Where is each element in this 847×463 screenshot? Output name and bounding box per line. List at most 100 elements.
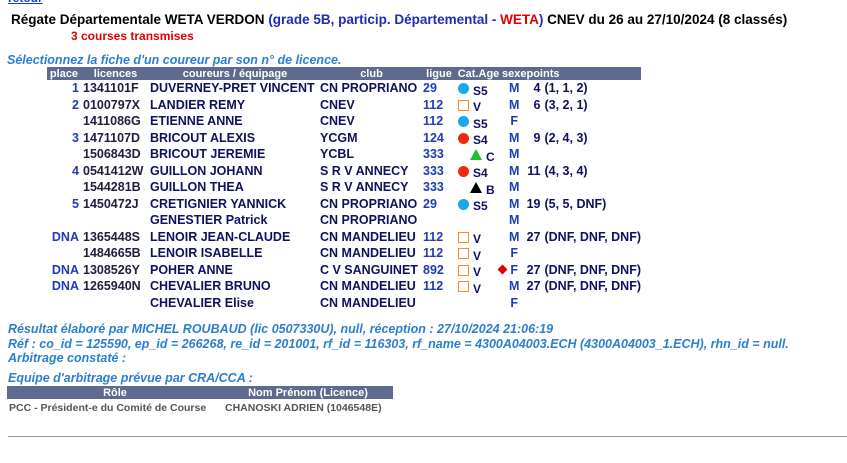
cat-age-label: S5 bbox=[473, 116, 488, 131]
cat-age-label: S5 bbox=[473, 199, 488, 214]
points-total: 11 bbox=[527, 163, 541, 178]
points-detail: (5, 5, DNF) bbox=[544, 196, 607, 211]
page-title: Régate Départementale WETA VERDON (grade… bbox=[11, 12, 787, 27]
club-cell: CN MANDELIEU bbox=[320, 279, 416, 294]
table-row: DNA 1265940N CHEVALIER BRUNO CN MANDELIEU 11… bbox=[47, 278, 641, 295]
ref-line: Réf : co_id = 125590, ep_id = 266268, re… bbox=[8, 337, 789, 351]
licence-link[interactable]: 0541412W bbox=[81, 163, 150, 180]
coureur-name: POHER ANNE bbox=[150, 262, 233, 277]
sexe-cell: M bbox=[509, 97, 520, 112]
coureur-name: BRICOUT JEREMIE bbox=[150, 147, 266, 162]
points-total: 27 bbox=[526, 229, 541, 244]
ligue-cell: 112 bbox=[423, 279, 444, 294]
club-cell: S R V ANNECY bbox=[320, 180, 409, 195]
points-total: 6 bbox=[533, 97, 541, 112]
points-cell: 6 (3, 2, 1) bbox=[526, 97, 641, 114]
points-cell: 4 (1, 1, 2) bbox=[526, 80, 641, 97]
cat-age-label: V bbox=[473, 248, 482, 263]
licence-link[interactable]: 1484665B bbox=[81, 245, 150, 262]
licence-link[interactable]: 1450472J bbox=[81, 196, 150, 213]
cat-age-cell: S5 bbox=[455, 196, 502, 213]
points-cell bbox=[526, 179, 641, 196]
club-cell: CN MANDELIEU bbox=[320, 229, 416, 244]
points-cell bbox=[526, 295, 641, 312]
points-cell: 11 (4, 3, 4) bbox=[526, 163, 641, 180]
licence-link bbox=[81, 295, 150, 312]
licence-link[interactable]: 1365448S bbox=[81, 229, 150, 246]
table-row: CHEVALIER Elise CN MANDELIEU F bbox=[47, 295, 641, 312]
coureur-name: LENOIR ISABELLE bbox=[150, 246, 263, 261]
col-coureurs: coureurs / équipage bbox=[150, 67, 320, 80]
sexe-cell: M bbox=[509, 81, 520, 96]
ligue-cell: 29 bbox=[423, 81, 437, 96]
cat-age-label: B bbox=[486, 182, 495, 197]
points-cell: 9 (2, 4, 3) bbox=[526, 130, 641, 147]
points-cell bbox=[526, 146, 641, 163]
licence-link[interactable]: 1308526Y bbox=[81, 262, 150, 279]
club-cell: S R V ANNECY bbox=[320, 163, 409, 178]
green-triangle-icon bbox=[470, 149, 482, 161]
cat-age-cell: C bbox=[455, 146, 502, 164]
licence-link[interactable]: 1506843D bbox=[81, 146, 150, 163]
club-cell: YCGM bbox=[320, 130, 358, 145]
licence-link[interactable]: 1471107D bbox=[81, 130, 150, 147]
col-cat-age: Cat.Age bbox=[455, 67, 502, 80]
ligue-cell: 333 bbox=[423, 180, 444, 195]
licence-link[interactable]: 0100797X bbox=[81, 97, 150, 114]
arbitrage-constate: Arbitrage constaté : bbox=[8, 351, 127, 365]
ligue-cell: 112 bbox=[423, 229, 444, 244]
sexe-cell: M bbox=[509, 163, 520, 178]
points-cell bbox=[526, 245, 641, 262]
cat-age-label: V bbox=[473, 100, 482, 115]
cat-age-label: S5 bbox=[473, 83, 488, 98]
sexe-cell: M bbox=[509, 130, 520, 145]
orange-square-icon bbox=[458, 231, 469, 243]
points-cell bbox=[526, 113, 641, 130]
ligue-cell: 112 bbox=[423, 246, 444, 261]
coureur-name: LENOIR JEAN-CLAUDE bbox=[150, 229, 291, 244]
place-cell bbox=[47, 179, 81, 196]
place-cell: DNA bbox=[51, 262, 79, 277]
resultat-line: Résultat élaboré par MICHEL ROUBAUD (lic… bbox=[8, 322, 554, 336]
place-cell bbox=[47, 212, 81, 229]
points-detail: (4, 3, 4) bbox=[544, 163, 588, 178]
points-total: 27 bbox=[526, 262, 541, 277]
cat-age-label: S4 bbox=[473, 133, 488, 148]
arb-col-role: Rôle bbox=[7, 386, 223, 399]
results-header-row: place licences coureurs / équipage club … bbox=[47, 67, 641, 80]
licence-link[interactable]: 1411086G bbox=[81, 113, 150, 130]
points-cell bbox=[526, 212, 641, 229]
coureur-name: DUVERNEY-PRET VINCENT bbox=[150, 81, 315, 96]
col-ligue: ligue bbox=[423, 67, 455, 80]
sexe-cell: M bbox=[509, 213, 520, 228]
licence-link[interactable]: 1341101F bbox=[81, 80, 150, 97]
club-cell: CN PROPRIANO bbox=[320, 213, 418, 228]
cat-age-cell bbox=[455, 295, 502, 312]
red-circle-icon bbox=[458, 132, 469, 144]
licence-link[interactable]: 1544281B bbox=[81, 179, 150, 196]
ligue-cell: 333 bbox=[423, 163, 444, 178]
place-cell bbox=[47, 245, 81, 262]
ligue-cell: 124 bbox=[423, 130, 444, 145]
coureur-name: GENESTIER Patrick bbox=[150, 213, 268, 228]
col-points: points bbox=[526, 67, 641, 80]
ligue-cell: 29 bbox=[423, 196, 437, 211]
arb-role: PCC - Président-e du Comité de Course bbox=[9, 402, 207, 414]
coureur-name: CHEVALIER Elise bbox=[150, 295, 254, 310]
ligue-cell: 333 bbox=[423, 147, 444, 162]
coureur-name: ETIENNE ANNE bbox=[150, 114, 243, 129]
ligue-cell bbox=[423, 212, 455, 229]
club-cell: CN MANDELIEU bbox=[320, 295, 416, 310]
sexe-cell: M bbox=[509, 229, 520, 244]
sexe-cell: F bbox=[510, 114, 519, 129]
points-total: 27 bbox=[526, 279, 541, 294]
points-detail: (2, 4, 3) bbox=[544, 130, 588, 145]
retour-link[interactable]: retour bbox=[8, 0, 43, 5]
table-row: GENESTIER Patrick CN PROPRIANO M bbox=[47, 212, 641, 229]
club-cell: C V SANGUINET bbox=[320, 262, 418, 277]
ligue-cell: 112 bbox=[423, 97, 444, 112]
results-table: place licences coureurs / équipage club … bbox=[47, 67, 641, 311]
points-detail: (DNF, DNF, DNF) bbox=[544, 229, 641, 244]
licence-link[interactable]: 1265940N bbox=[81, 278, 150, 295]
place-cell: 4 bbox=[72, 163, 79, 178]
